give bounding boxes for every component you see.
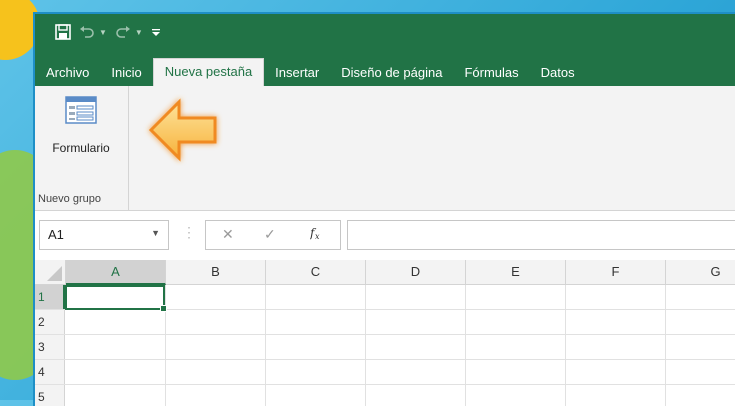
- column-header-b[interactable]: B: [166, 260, 266, 284]
- formula-bar: A1 ▼ ⋮ ✕ ✓ fx: [35, 214, 735, 258]
- form-icon: [65, 96, 97, 128]
- formula-buttons: ✕ ✓ fx: [205, 220, 341, 250]
- cancel-icon[interactable]: ✕: [222, 226, 234, 243]
- row-header-5[interactable]: 5: [35, 385, 65, 406]
- svg-text:x: x: [315, 232, 320, 240]
- row-header-3[interactable]: 3: [35, 335, 65, 359]
- title-bar: ▼ ▼ L: [35, 14, 735, 58]
- ribbon-panel: Formulario Nuevo grupo: [35, 86, 735, 211]
- background-decoration: [0, 0, 40, 60]
- row-header-4[interactable]: 4: [35, 360, 65, 384]
- customize-qat-icon[interactable]: [151, 27, 161, 37]
- table-row: 3: [35, 335, 735, 360]
- select-all-button[interactable]: [35, 260, 66, 284]
- column-header-c[interactable]: C: [266, 260, 366, 284]
- ribbon-tabs: Archivo Inicio Nueva pestaña Insertar Di…: [35, 58, 735, 86]
- redo-icon[interactable]: [115, 25, 131, 39]
- column-header-d[interactable]: D: [366, 260, 466, 284]
- insert-function-icon[interactable]: fx: [309, 226, 324, 244]
- table-row: 4: [35, 360, 735, 385]
- active-cell[interactable]: [65, 285, 167, 312]
- spreadsheet-grid: A B C D E F G 1 2 3 4 5: [35, 260, 735, 406]
- group-label: Nuevo grupo: [38, 193, 101, 205]
- excel-window: ▼ ▼ L Archivo Inicio Nueva pestaña Inser…: [35, 14, 735, 406]
- column-header-f[interactable]: F: [566, 260, 666, 284]
- formula-input[interactable]: [347, 220, 735, 250]
- column-headers: A B C D E F G: [35, 260, 735, 285]
- column-header-g[interactable]: G: [666, 260, 735, 284]
- ribbon-group: Formulario Nuevo grupo: [35, 86, 129, 210]
- quick-access-toolbar: ▼ ▼: [55, 24, 161, 40]
- arrow-left-icon: [143, 94, 223, 171]
- name-box-value: A1: [48, 227, 64, 242]
- tab-diseno-de-pagina[interactable]: Diseño de página: [330, 60, 453, 86]
- row-header-1[interactable]: 1: [35, 285, 65, 309]
- tab-datos[interactable]: Datos: [530, 60, 586, 86]
- undo-icon[interactable]: [79, 25, 95, 39]
- undo-dropdown-icon[interactable]: ▼: [99, 28, 107, 37]
- tab-inicio[interactable]: Inicio: [100, 60, 152, 86]
- form-button-label: Formulario: [52, 141, 110, 155]
- enter-icon[interactable]: ✓: [264, 226, 276, 243]
- fill-handle[interactable]: [160, 305, 167, 312]
- tab-formulas[interactable]: Fórmulas: [453, 60, 529, 86]
- separator-handle-icon[interactable]: ⋮: [182, 224, 196, 241]
- column-header-a[interactable]: A: [66, 260, 166, 285]
- tab-nueva-pestana[interactable]: Nueva pestaña: [152, 58, 265, 86]
- table-row: 5: [35, 385, 735, 406]
- tab-insertar[interactable]: Insertar: [264, 60, 330, 86]
- save-icon[interactable]: [55, 24, 71, 40]
- redo-dropdown-icon[interactable]: ▼: [135, 28, 143, 37]
- column-header-e[interactable]: E: [466, 260, 566, 284]
- row-header-2[interactable]: 2: [35, 310, 65, 334]
- tab-archivo[interactable]: Archivo: [35, 60, 100, 86]
- chevron-down-icon[interactable]: ▼: [151, 228, 160, 238]
- form-button[interactable]: Formulario: [41, 96, 121, 155]
- name-box[interactable]: A1 ▼: [39, 220, 169, 250]
- table-row: 2: [35, 310, 735, 335]
